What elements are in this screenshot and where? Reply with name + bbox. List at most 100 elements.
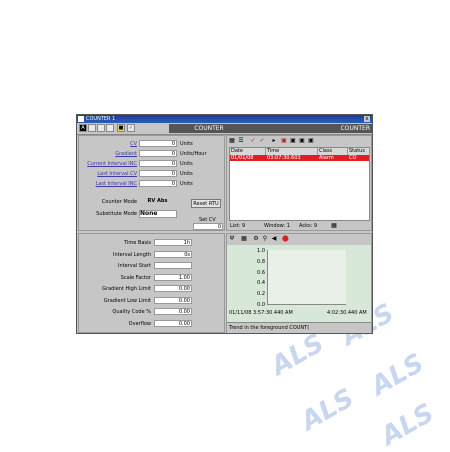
ack-icon[interactable]: ✓ <box>250 138 256 144</box>
column-header-status[interactable]: Status <box>348 148 370 155</box>
config-field[interactable]: 0.00 <box>154 285 192 292</box>
close-icon[interactable]: x <box>364 116 370 122</box>
config-label: Overflow <box>128 320 151 327</box>
value-unit: Units <box>180 161 193 167</box>
config-label: Quality Code % <box>112 309 151 315</box>
config-field[interactable]: 0.00 <box>154 296 192 304</box>
zoom-icon[interactable]: ⚲ <box>262 236 268 242</box>
toolbar-blank-button[interactable] <box>88 124 96 132</box>
toolbar: A ■ ✓ COUNTER COUNTER <box>77 123 372 135</box>
counter-mode-field: RV Abs <box>139 198 177 205</box>
trend-status-bar: Trend in the foreground COUNT( <box>227 322 371 333</box>
ack-all-icon[interactable]: ✓ <box>259 138 265 144</box>
alarm-table: Date Time Class Status 01/01/08 03:07:30… <box>229 147 370 221</box>
config-label: Gradient High Limit <box>102 286 151 292</box>
stop-icon[interactable]: ⬤ <box>282 236 289 242</box>
value-label[interactable]: Current Interval INC <box>79 161 137 167</box>
list-count: List: 9 <box>230 223 246 229</box>
export-icon[interactable]: ▣ <box>299 138 305 144</box>
config-field[interactable]: 0.00 <box>154 319 192 327</box>
config-panel: Time Basis 1h Interval Length 0s Interval St… <box>78 233 225 333</box>
trend-y-tick: 0.2 <box>257 291 265 298</box>
grid-icon[interactable]: ▦ <box>331 223 337 229</box>
value-label[interactable]: Gradient <box>79 151 137 157</box>
pin-icon[interactable]: Ψ <box>229 236 235 242</box>
watermark-logo: ALS <box>366 348 430 402</box>
value-field: 0 <box>139 150 177 157</box>
header-title: COUNTER <box>194 125 224 132</box>
filter-icon[interactable]: ▣ <box>281 138 287 144</box>
value-field: 0 <box>139 180 177 187</box>
trend-y-tick: 1.0 <box>257 248 265 254</box>
config-field[interactable]: 0s <box>154 250 192 258</box>
substitute-mode-label: Substitute Mode <box>96 211 137 217</box>
config-label: Time Basis <box>124 240 151 246</box>
row-date: 01/01/08 <box>231 155 254 161</box>
config-label: Interval Start <box>118 263 151 269</box>
value-unit: Units <box>180 181 193 187</box>
value-unit: Units/Hour <box>180 151 207 157</box>
trend-plot-area[interactable] <box>267 250 346 305</box>
alarm-toolbar: ▦ ☰ ✓ ✓ ▸ ▣ ▣ ▣ ▣ <box>227 136 371 147</box>
rewind-icon[interactable]: ◀ <box>271 236 277 242</box>
toolbar-blank-button[interactable] <box>106 124 114 132</box>
substitute-mode-select[interactable]: None <box>139 210 177 218</box>
row-class: Alarm <box>319 155 334 161</box>
mode-letter[interactable]: A <box>79 124 87 132</box>
config-field[interactable]: 0.00 <box>154 308 192 315</box>
counter-window: COUNTER 1 x A ■ ✓ COUNTER COUNTER CV 0 Uni… <box>76 114 373 334</box>
sort-icon[interactable]: ▣ <box>290 138 296 144</box>
counter-mode-label: Counter Mode <box>101 199 137 205</box>
value-unit: Units <box>180 171 193 177</box>
values-panel: CV 0 Units Gradient 0 Units/Hour Current Inter… <box>78 135 225 231</box>
title-bar[interactable]: COUNTER 1 x <box>77 115 372 123</box>
value-field: 0 <box>139 170 177 177</box>
table-icon[interactable]: ▦ <box>241 236 247 242</box>
trend-panel: Ψ ▦ ⚙ ⚲ ◀ ⬤ 1.0 0.8 0.6 0.4 0.2 0.0 01/11/08 … <box>226 233 372 333</box>
watermark-logo: ALS <box>266 328 330 382</box>
value-label[interactable]: Last Interval CV <box>79 171 137 177</box>
config-field[interactable]: 1.00 <box>154 273 192 281</box>
table-row[interactable]: 01/01/08 03:07:30.603 Alarm CO <box>230 155 369 161</box>
value-label[interactable]: Last Interval INC <box>79 181 137 187</box>
config-field[interactable] <box>154 262 192 269</box>
trend-right-time: 4:02:30.440 AM <box>327 310 367 316</box>
list-icon[interactable]: ☰ <box>238 138 244 144</box>
column-header-time[interactable]: Time <box>266 148 318 155</box>
print-icon[interactable]: ▣ <box>308 138 314 144</box>
header-right-title: COUNTER <box>340 125 370 132</box>
column-header-class[interactable]: Class <box>318 148 348 155</box>
column-header-date[interactable]: Date <box>230 148 266 155</box>
config-field[interactable]: 1h <box>154 239 192 246</box>
lock-icon[interactable]: ■ <box>117 124 125 132</box>
alarm-panel: ▦ ☰ ✓ ✓ ▸ ▣ ▣ ▣ ▣ Date Time Class Status… <box>226 135 372 231</box>
config-label: Scale Factor <box>120 274 151 281</box>
value-field: 0 <box>139 160 177 167</box>
alarm-status-bar: List: 9 Window: 1 Acks: 9 ▦ <box>229 222 370 230</box>
config-label: Gradient Low Limit <box>103 297 151 304</box>
trend-y-tick: 0.0 <box>257 302 265 308</box>
value-field: 0 <box>139 140 177 147</box>
settings-icon[interactable]: ⚙ <box>253 236 259 242</box>
trend-y-tick: 0.6 <box>257 269 265 276</box>
toolbar-blank-button[interactable] <box>97 124 105 132</box>
reset-rtu-button[interactable]: Reset RTU <box>191 199 221 208</box>
acks-count: Acks: 9 <box>299 223 318 229</box>
grid-icon[interactable]: ▦ <box>229 138 235 144</box>
app-icon <box>78 116 84 122</box>
check-icon[interactable]: ✓ <box>127 124 135 132</box>
set-cv-input[interactable]: 0 <box>193 223 223 230</box>
header-bar: COUNTER COUNTER <box>169 124 372 133</box>
trend-y-tick: 0.4 <box>257 280 265 287</box>
window-title: COUNTER 1 <box>86 116 116 122</box>
play-icon[interactable]: ▸ <box>271 138 277 144</box>
trend-toolbar: Ψ ▦ ⚙ ⚲ ◀ ⬤ <box>227 234 371 245</box>
value-unit: Units <box>180 141 193 147</box>
value-label[interactable]: CV <box>79 141 137 147</box>
trend-y-tick: 0.8 <box>257 258 265 265</box>
window-count: Window: 1 <box>264 223 290 229</box>
row-time: 03:07:30.603 <box>267 155 301 161</box>
trend-status-text: Trend in the foreground COUNT( <box>229 325 310 331</box>
watermark-logo: ALS <box>296 383 360 437</box>
trend-left-time: 01/11/08 3:57:30.440 AM <box>229 310 293 316</box>
